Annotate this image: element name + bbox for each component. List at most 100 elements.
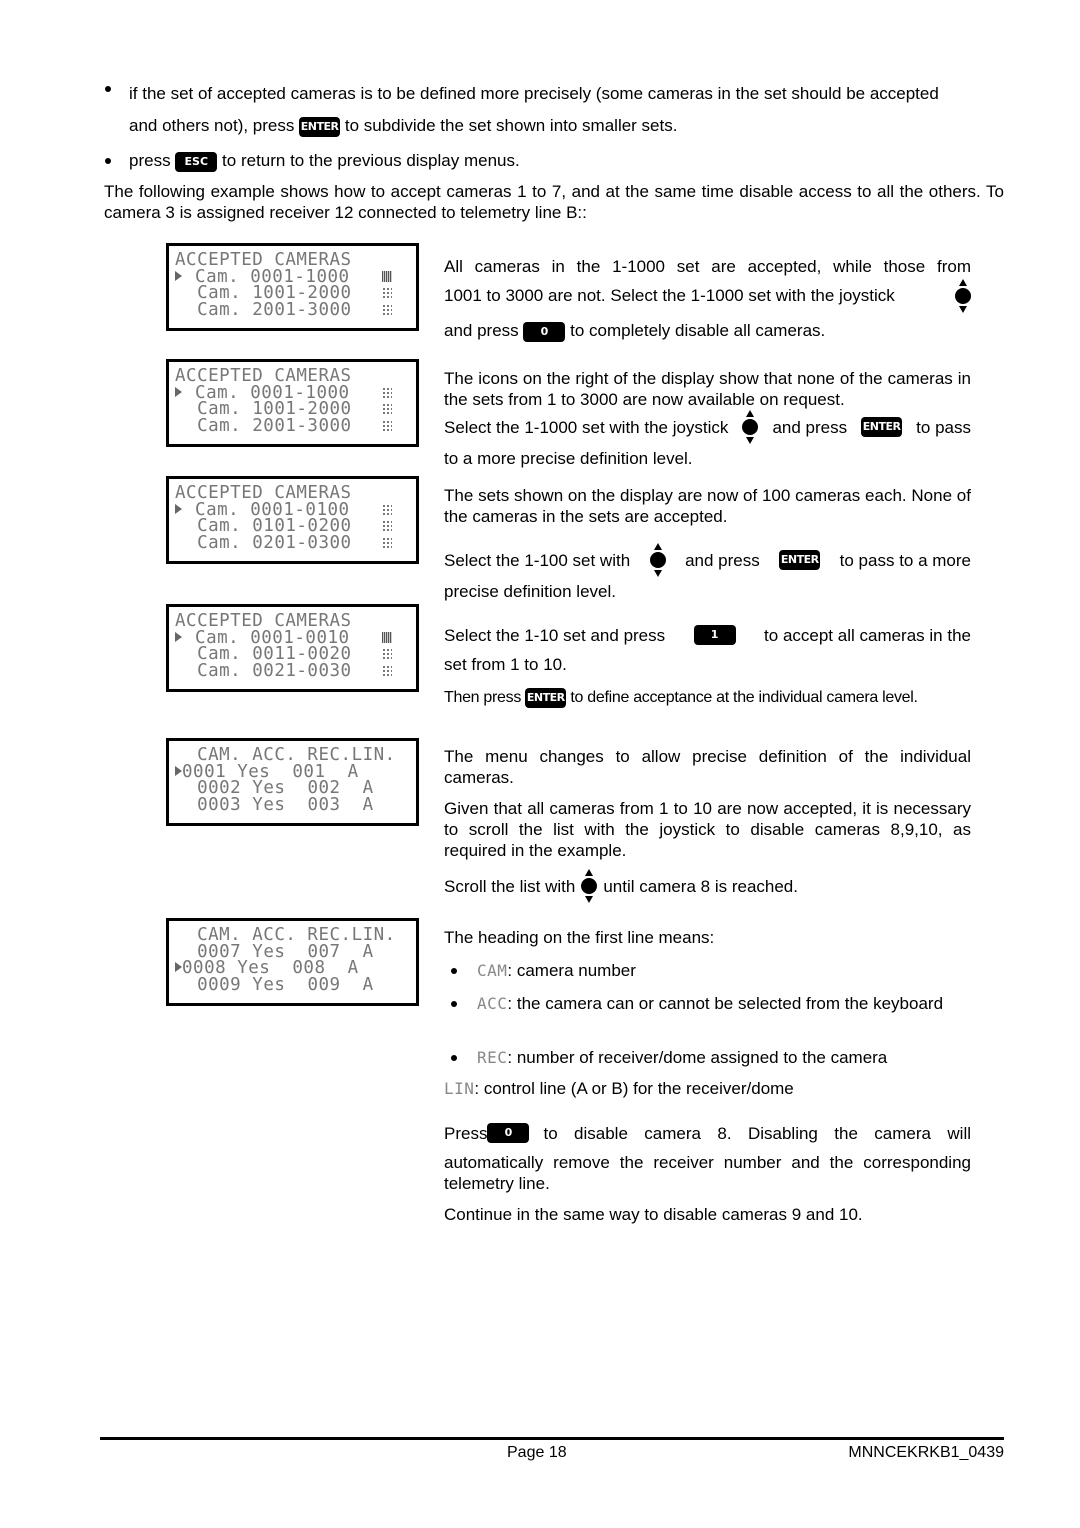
- legend-desc: : control line (A or B) for the receiver…: [474, 1079, 794, 1098]
- step-1-line-3: and press 0 to completely disable all ca…: [444, 315, 971, 347]
- joystick-icon: [955, 279, 971, 313]
- step-4-text-4: Then press: [444, 689, 522, 706]
- step-1-line-2: 1001 to 3000 are not. Select the 1-1000 …: [444, 279, 971, 313]
- lcd-display-4: ACCEPTED CAMERAS Cam. 0001-0010 Cam. 001…: [166, 604, 419, 692]
- step-3-text-3: and press: [685, 550, 760, 570]
- intro-bullet-1-text-2: and others not), press: [129, 116, 295, 135]
- step-4-text-3: set from 1 to 10.: [444, 655, 567, 674]
- step-4-line-3: Then press ENTER to define acceptance at…: [444, 687, 971, 708]
- step-7-text-3: automatically remove the receiver number…: [444, 1153, 971, 1193]
- joystick-icon: [742, 410, 759, 444]
- lcd-row: Cam. 2001-3000: [175, 415, 416, 436]
- legend-desc: : number of receiver/dome assigned to th…: [507, 1048, 888, 1067]
- lcd-display-1: ACCEPTED CAMERAS Cam. 0001-1000 Cam. 100…: [166, 243, 419, 331]
- step-7-text: Press: [444, 1123, 488, 1143]
- not-accepted-status-icon: [382, 503, 392, 515]
- example-intro: The following example shows how to accep…: [104, 182, 1004, 222]
- step-5-line-3: Scroll the list with until camera 8 is r…: [444, 869, 971, 903]
- page-number: Page 18: [507, 1444, 567, 1461]
- intro-bullet-1-text: if the set of accepted cameras is to be …: [129, 84, 939, 103]
- step-1-text-3: to completely disable all cameras.: [570, 321, 826, 340]
- lcd-row: 0003 Yes 003 A: [175, 794, 416, 815]
- legend-lin: LIN: control line (A or B) for the recei…: [444, 1078, 971, 1099]
- lcd-acc: Yes: [252, 974, 286, 995]
- intro-bullet-2-text: press: [129, 151, 171, 170]
- bullet: [451, 1055, 457, 1061]
- selection-cursor-icon: [175, 386, 182, 397]
- lcd-row: Cam. 2001-3000: [175, 299, 416, 320]
- legend-term: LIN: [444, 1079, 475, 1098]
- step-2-text-2: Select the 1-1000 set with the joystick: [444, 417, 729, 437]
- not-accepted-status-icon: [382, 419, 392, 431]
- enter-key-icon: ENTER: [861, 417, 903, 437]
- joystick-icon: [649, 543, 666, 577]
- not-accepted-status-icon: [382, 648, 392, 659]
- selection-cursor-icon: [175, 962, 182, 972]
- joystick-icon: [581, 869, 598, 903]
- lcd-rec: 009: [307, 974, 341, 995]
- selection-cursor-icon: [175, 270, 182, 281]
- intro-bullet-1: if the set of accepted cameras is to be …: [129, 78, 1004, 142]
- step-6-text: The heading on the first line means:: [444, 928, 715, 947]
- step-8-text: Continue in the same way to disable came…: [444, 1205, 863, 1224]
- lcd-display-5: CAM. ACC. REC.LIN. 0001 Yes 001 A 0002 Ye…: [166, 738, 419, 826]
- step-2: The icons on the right of the display sh…: [444, 368, 971, 469]
- step-3-text-4: to pass to a more: [839, 550, 971, 570]
- lcd-lin: A: [362, 794, 374, 815]
- selection-cursor-icon: [175, 631, 182, 642]
- legend-acc: ACC: the camera can or cannot be selecte…: [477, 993, 971, 1014]
- lcd-row-label: Cam. 0201-0300: [197, 532, 352, 553]
- step-7: Press 0 to disable camera 8. Disabling t…: [444, 1122, 971, 1225]
- selection-cursor-icon: [175, 503, 182, 514]
- legend-rec: REC: number of receiver/dome assigned to…: [477, 1047, 971, 1068]
- lcd-row: Cam. 0021-0030: [175, 660, 416, 681]
- step-3: The sets shown on the display are now of…: [444, 485, 971, 602]
- step-5-text: The menu changes to allow precise defini…: [444, 747, 971, 787]
- intro-bullet-2-text-2: to return to the previous display menus.: [222, 151, 520, 170]
- step-4-line-1: Select the 1-10 set and press 1 to accep…: [444, 624, 971, 646]
- lcd-cam: 0009: [197, 974, 242, 995]
- lcd-row-label: Cam. 2001-3000: [197, 299, 352, 320]
- bullet: [105, 86, 111, 92]
- lcd-lin: A: [362, 941, 374, 962]
- not-accepted-status-icon: [382, 664, 392, 676]
- selection-cursor-icon: [175, 765, 182, 776]
- intro-bullet-1-text-3: to subdivide the set shown into smaller …: [344, 116, 678, 135]
- lcd-cam: 0003: [197, 794, 242, 815]
- intro-bullet-2: press ESC to return to the previous disp…: [129, 150, 1004, 172]
- legend-desc: : the camera can or cannot be selected f…: [507, 994, 944, 1013]
- step-3-text: The sets shown on the display are now of…: [444, 486, 971, 526]
- lcd-display-3: ACCEPTED CAMERAS Cam. 0001-0100 Cam. 010…: [166, 476, 419, 564]
- lcd-rec: 003: [307, 794, 341, 815]
- step-3-text-5: precise definition level.: [444, 582, 616, 601]
- lcd-row-label: Cam. 2001-3000: [197, 415, 352, 436]
- esc-key-icon: ESC: [175, 151, 218, 172]
- legend-desc: : camera number: [507, 961, 636, 980]
- lcd-row: 0009 Yes 009 A: [175, 974, 416, 995]
- step-5-text-3: Scroll the list with: [444, 876, 576, 896]
- step-7-text-2: to disable camera 8. Disabling the camer…: [543, 1123, 971, 1143]
- lcd-display-2: ACCEPTED CAMERAS Cam. 0001-1000 Cam. 100…: [166, 359, 419, 447]
- not-accepted-status-icon: [382, 536, 392, 548]
- step-4-text-2: to accept all cameras in the: [764, 625, 971, 645]
- step-3-line-2: Select the 1-100 set with and press ENTE…: [444, 543, 971, 577]
- not-accepted-status-icon: [382, 520, 392, 531]
- step-5-text-2: Given that all cameras from 1 to 10 are …: [444, 799, 971, 860]
- step-3-text-2: Select the 1-100 set with: [444, 550, 631, 570]
- bullet: [105, 158, 111, 164]
- step-2-line-2: Select the 1-1000 set with the joystick …: [444, 410, 971, 444]
- lcd-row-label: Cam. 0021-0030: [197, 660, 352, 681]
- step-2-text-4: to pass: [916, 417, 971, 437]
- enter-key-icon: ENTER: [779, 550, 821, 570]
- step-4: Select the 1-10 set and press 1 to accep…: [444, 624, 971, 708]
- step-1-text: 1001 to 3000 are not. Select the 1-1000 …: [444, 286, 895, 305]
- enter-key-icon: ENTER: [525, 687, 567, 708]
- not-accepted-status-icon: [382, 303, 392, 315]
- step-5: The menu changes to allow precise defini…: [444, 746, 971, 903]
- lcd-lin: A: [362, 974, 374, 995]
- not-accepted-status-icon: [382, 287, 392, 298]
- step-1-line-1: All cameras in the 1-1000 set are accept…: [444, 257, 971, 276]
- bullet: [451, 1001, 457, 1007]
- accepted-status-icon: [382, 270, 392, 282]
- step-4-text-5: to define acceptance at the individual c…: [570, 689, 918, 706]
